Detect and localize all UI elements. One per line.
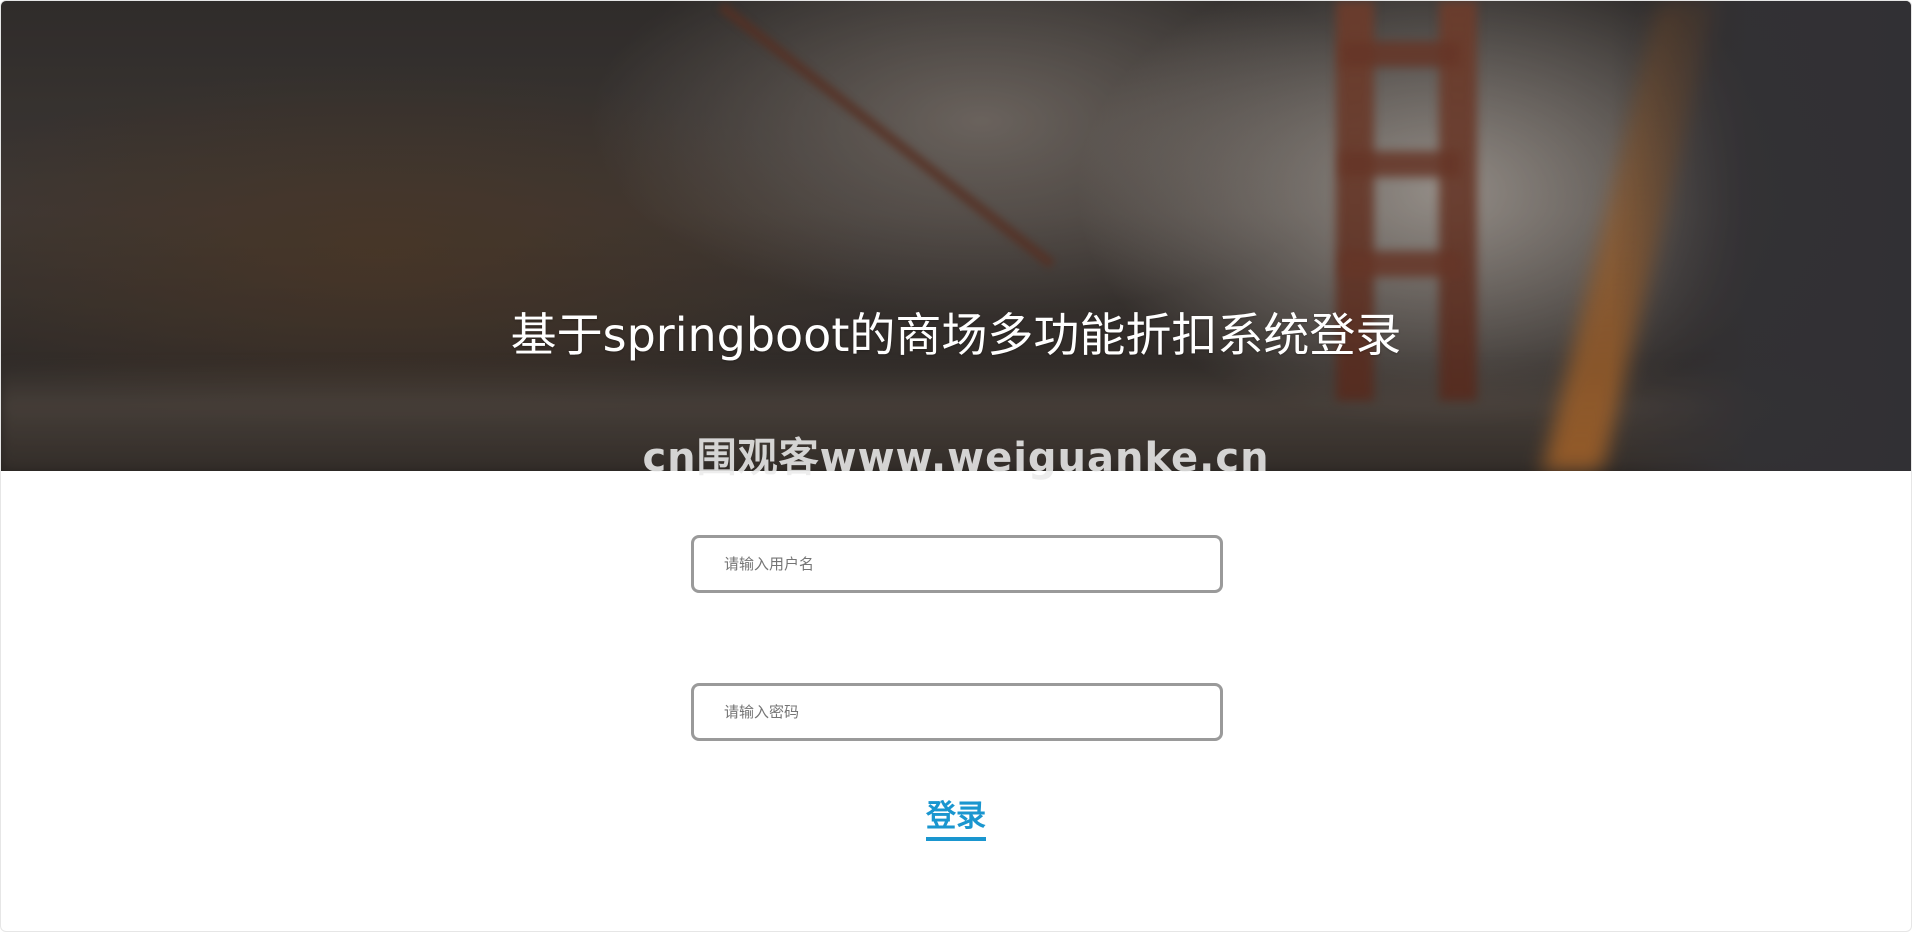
login-button-wrapper: 登录 <box>1 791 1911 841</box>
password-input[interactable] <box>694 686 1220 738</box>
watermark-text: cn围观客www.weiguanke.cn <box>642 435 1270 481</box>
hero-banner: 基于springboot的商场多功能折扣系统登录 <box>1 1 1911 471</box>
hero-overlay <box>1 1 1911 471</box>
login-button[interactable]: 登录 <box>926 791 986 841</box>
username-input[interactable] <box>694 538 1220 590</box>
username-field[interactable] <box>691 535 1223 593</box>
login-page: 基于springboot的商场多功能折扣系统登录 cn围观客www.weigua… <box>0 0 1912 932</box>
page-title: 基于springboot的商场多功能折扣系统登录 <box>510 308 1402 362</box>
password-field[interactable] <box>691 683 1223 741</box>
